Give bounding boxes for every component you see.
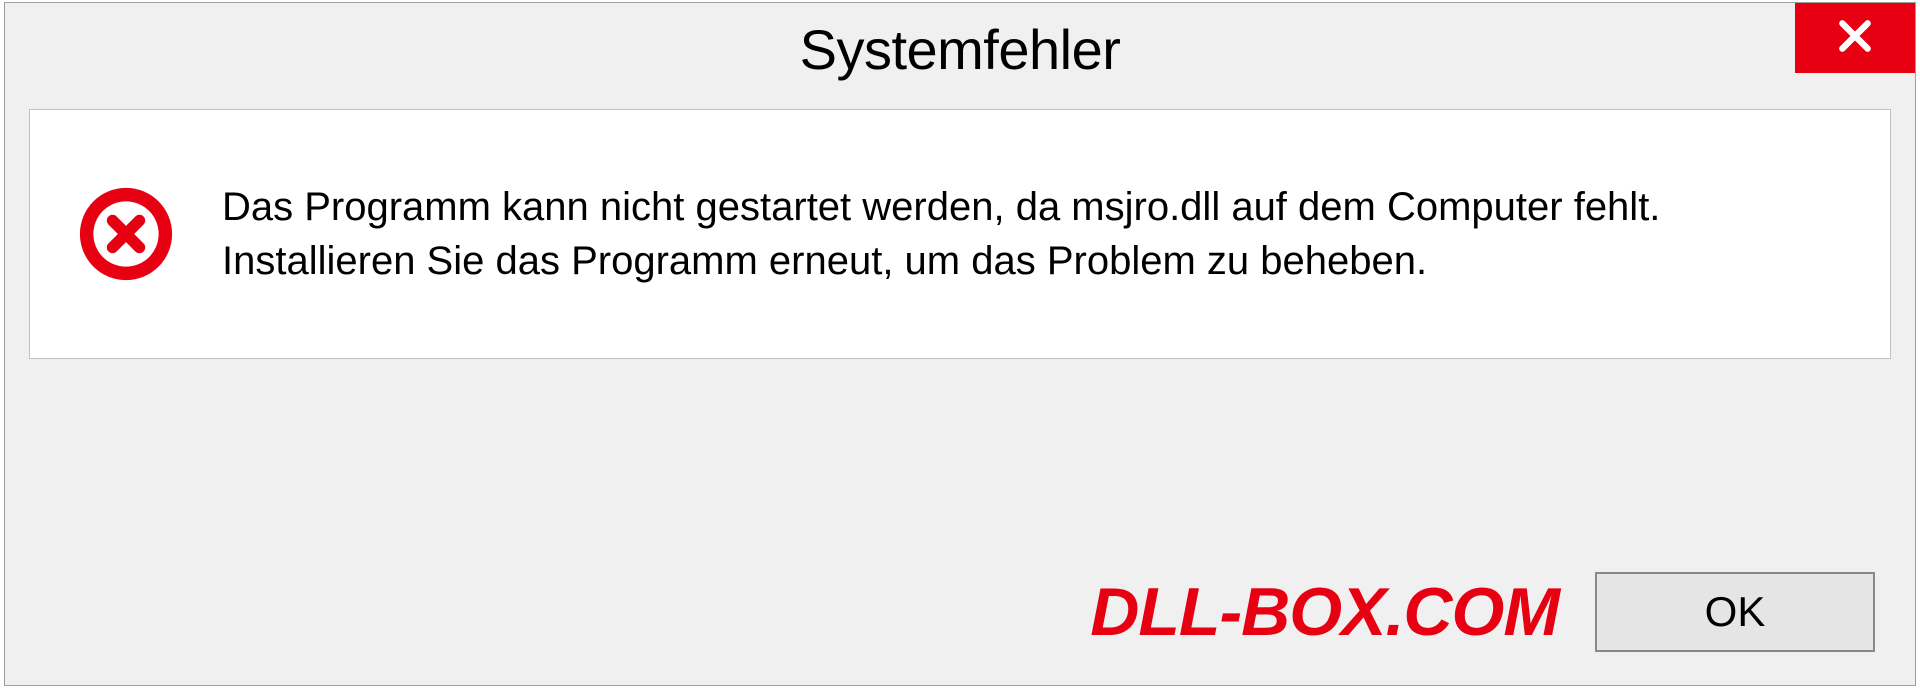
watermark-text: DLL-BOX.COM [1090,573,1559,651]
error-icon [78,186,174,282]
dialog-footer: DLL-BOX.COM OK [5,555,1915,685]
ok-button[interactable]: OK [1595,572,1875,652]
titlebar: Systemfehler [5,3,1915,93]
close-icon [1836,17,1874,60]
content-area: Das Programm kann nicht gestartet werden… [29,109,1891,359]
dialog-title: Systemfehler [800,17,1121,82]
error-dialog: Systemfehler Das Programm kann nicht ges… [4,2,1916,686]
ok-button-label: OK [1705,588,1766,636]
error-message: Das Programm kann nicht gestartet werden… [222,180,1842,288]
close-button[interactable] [1795,3,1915,73]
